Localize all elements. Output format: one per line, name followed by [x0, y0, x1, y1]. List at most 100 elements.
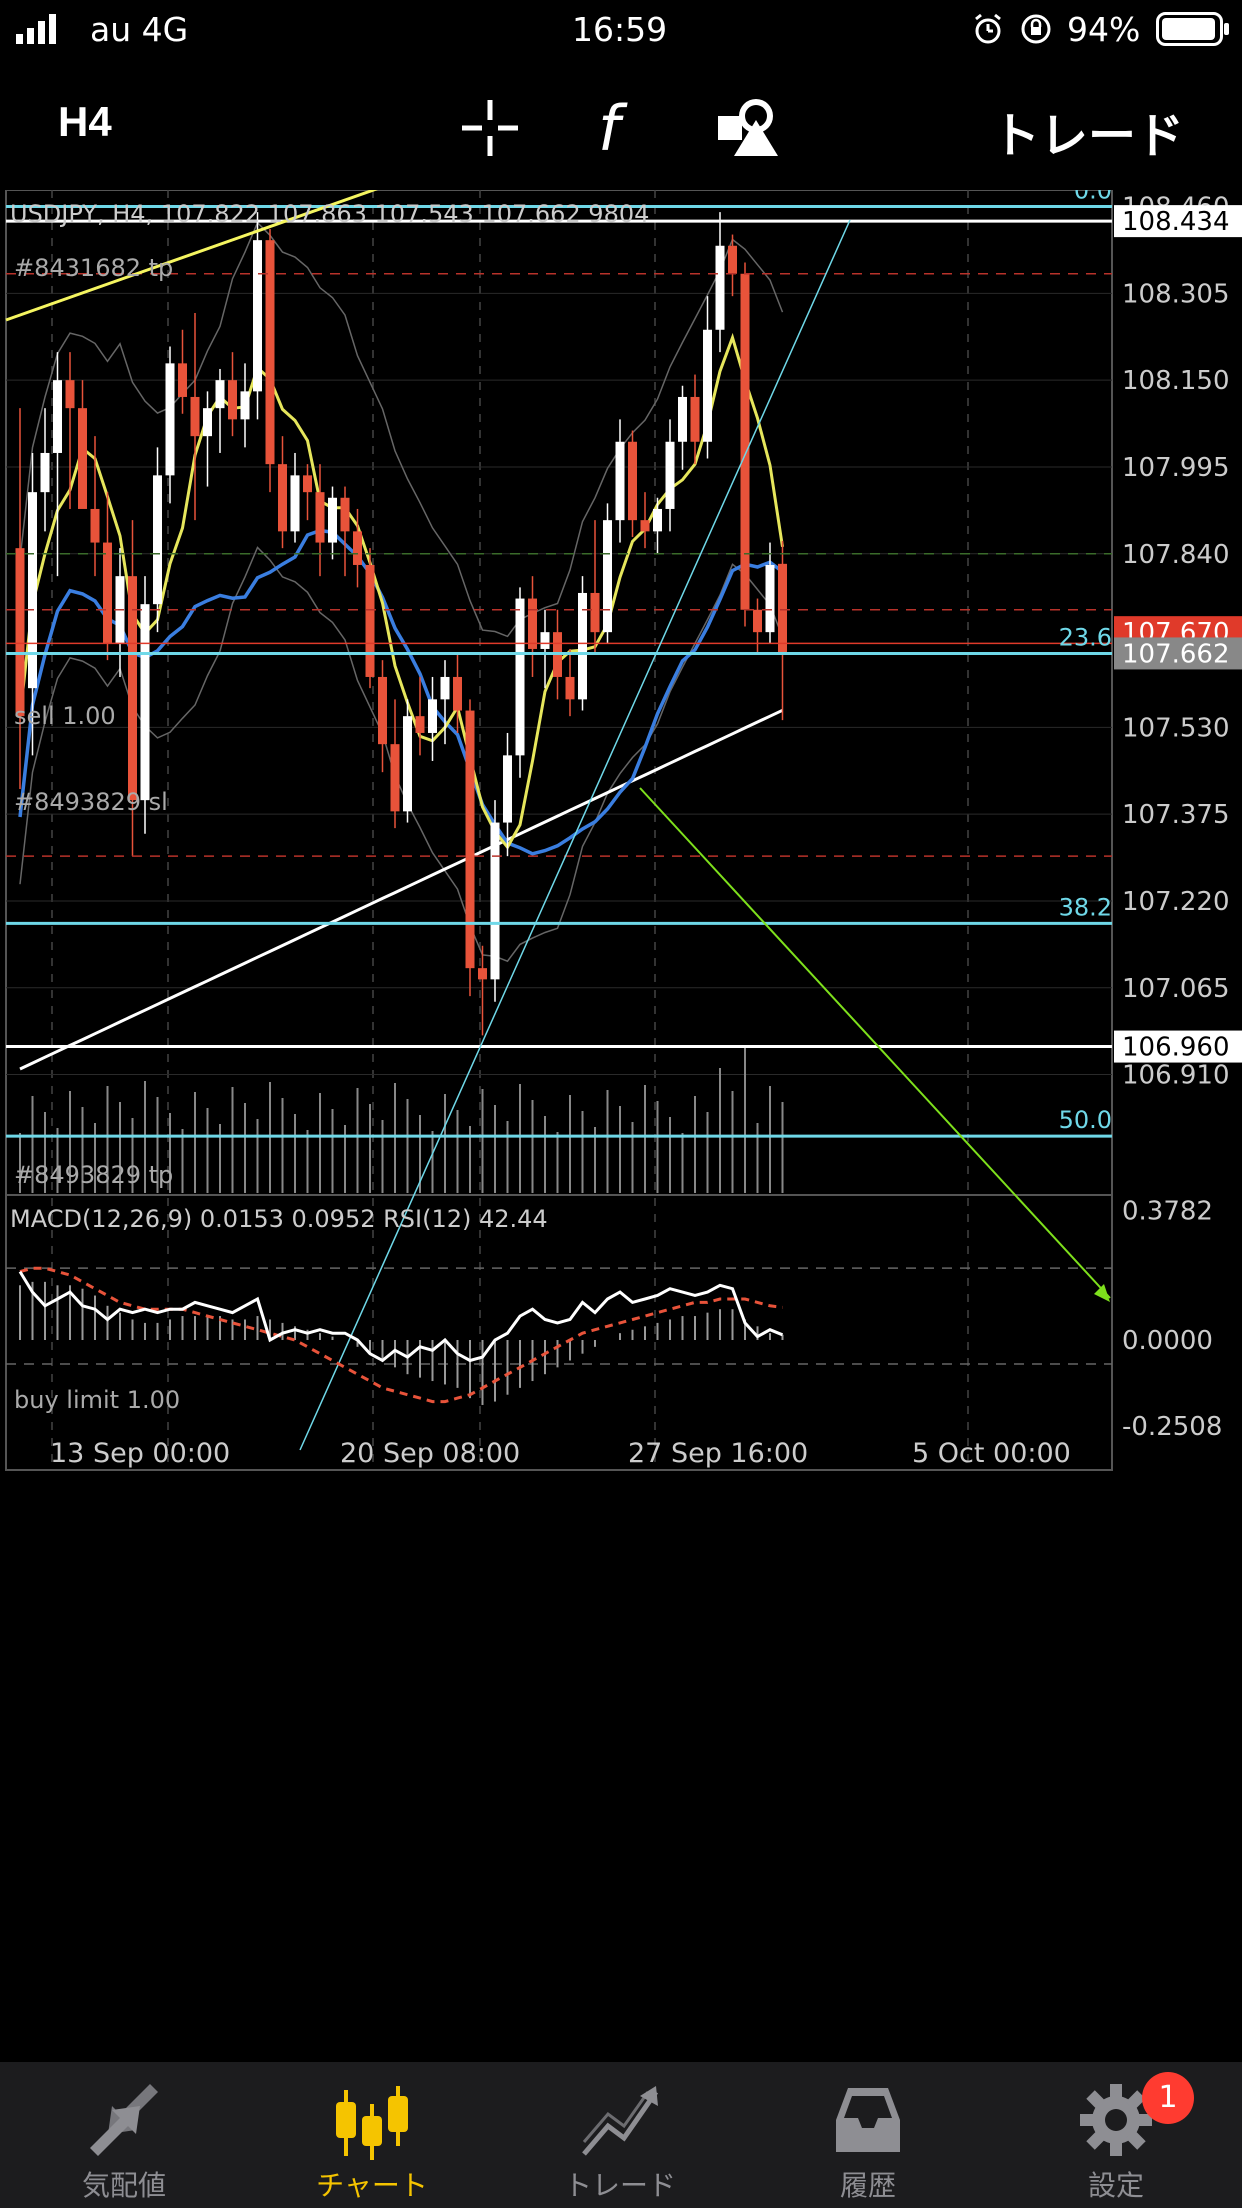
indicator-tick-label: 0.0000 [1122, 1326, 1213, 1356]
indicator-tick-label: -0.2508 [1122, 1412, 1222, 1442]
indicators-function-icon[interactable]: f [594, 90, 644, 166]
battery-icon [1156, 12, 1229, 46]
candle-body [403, 716, 412, 812]
candle-body [478, 968, 487, 980]
candle-body [703, 329, 712, 442]
bid-price-tag: 107.662 [1122, 639, 1230, 669]
indicator-panel: MACD(12,26,9) 0.0153 0.0952 RSI(12) 42.4… [6, 1197, 1222, 1442]
candle-body [678, 396, 687, 442]
candle-body [165, 363, 175, 476]
order-label-buy-limit: buy limit 1.00 [14, 1386, 180, 1414]
candle-body [578, 592, 587, 700]
rsi-line [18, 1270, 784, 1363]
price-tick-label: 106.910 [1122, 1061, 1230, 1091]
price-tick-label: 107.065 [1122, 974, 1230, 1004]
rotation-lock-icon [1021, 14, 1051, 44]
candle-body [615, 441, 625, 521]
settings-notification-badge: 1 [1142, 2072, 1194, 2124]
timeframe-label: H4 [58, 98, 112, 145]
trade-line-icon [582, 2086, 659, 2156]
signal-bars-icon [16, 14, 56, 44]
candle-body [103, 542, 112, 644]
date-tick-label: 5 Oct 00:00 [912, 1438, 1071, 1469]
status-bar: au 4G 16:59 94% [0, 0, 1242, 60]
tab-settings[interactable]: 設定 [992, 2062, 1240, 2208]
timeframe-button[interactable]: H4 [58, 98, 112, 146]
candle-body [653, 508, 662, 532]
candle-body [765, 564, 775, 633]
candle-body [390, 744, 400, 812]
bollinger-upper-line [19, 221, 784, 638]
date-tick-label: 13 Sep 00:00 [50, 1438, 230, 1469]
quotes-arrows-icon [90, 2084, 158, 2156]
order-label-sl: #8493829 sl [14, 788, 168, 816]
candle-body [715, 245, 725, 330]
candle-body [278, 464, 287, 532]
candle-body [540, 632, 550, 649]
tab-history-label: 履歴 [839, 2169, 896, 2202]
price-tick-label: 107.840 [1122, 540, 1230, 570]
chart-candles-icon [336, 2086, 408, 2160]
candle-body [728, 245, 737, 274]
chart-canvas[interactable]: 108.460108.305108.150107.995107.840107.5… [0, 168, 1242, 2060]
candle-body [690, 396, 700, 442]
price-tick-label: 108.305 [1122, 279, 1230, 309]
svg-text:f: f [598, 92, 628, 165]
candle-body [15, 548, 25, 717]
candle-body [440, 676, 450, 700]
trade-button-label: トレード [992, 108, 1185, 164]
tab-chart[interactable]: チャート [248, 2062, 496, 2208]
tab-chart-label: チャート [316, 2169, 428, 2202]
order-label-tp1: #8431682 tp [14, 254, 173, 282]
alarm-icon [975, 13, 1001, 44]
tab-trade[interactable]: トレード [496, 2062, 744, 2208]
candle-body [190, 396, 200, 437]
battery-percent: 94% [1067, 10, 1141, 49]
candle-body [365, 564, 375, 677]
chart-info-label: USDJPY, H4, 107.822 107.863 107.543 107.… [10, 200, 649, 228]
tab-settings-label: 設定 [1087, 2169, 1144, 2202]
candle-body [528, 598, 537, 649]
tab-quotes[interactable]: 気配値 [0, 2062, 248, 2208]
candle-body [565, 676, 575, 700]
candle-body [340, 497, 350, 532]
fib-level-label: 23.6 [1059, 623, 1112, 651]
price-tick-label: 107.220 [1122, 887, 1230, 917]
candle-body [253, 240, 262, 392]
green-trend-arrowhead [1094, 1284, 1110, 1302]
candle-body [465, 710, 475, 969]
candle-body [490, 822, 500, 980]
green-trend-line [639, 787, 1111, 1299]
candle-body [203, 408, 212, 437]
order-label-sell: sell 1.00 [14, 702, 116, 730]
clock: 16:59 [572, 10, 668, 49]
candle-body [640, 520, 650, 532]
buy-limit-price-tag: 106.960 [1122, 1033, 1230, 1063]
candle-body [503, 755, 512, 823]
candle-body [515, 598, 525, 756]
candle-body [315, 492, 325, 543]
price-chart[interactable]: 108.460108.305108.150107.995107.840107.5… [0, 168, 1242, 2060]
candle-body [215, 380, 225, 409]
history-inbox-icon [836, 2088, 900, 2152]
candle-body [178, 363, 187, 397]
candle-body [78, 408, 87, 509]
date-tick-label: 20 Sep 08:00 [340, 1438, 520, 1469]
candle-body [665, 441, 675, 509]
carrier-label: au 4G [90, 10, 189, 49]
tab-trade-label: トレード [563, 2169, 676, 2202]
candle-body [303, 475, 312, 493]
candle-body [453, 676, 462, 711]
candle-body [40, 452, 50, 493]
crosshair-icon[interactable] [458, 96, 522, 160]
trade-button[interactable]: トレード [992, 96, 1184, 166]
candle-body [353, 531, 362, 565]
candle-body [740, 273, 750, 610]
objects-icon[interactable] [716, 94, 782, 160]
tab-history[interactable]: 履歴 [744, 2062, 992, 2208]
candle-body [240, 391, 250, 420]
price-tick-label: 107.995 [1122, 453, 1230, 483]
candle-body [290, 475, 300, 532]
candle-body [603, 520, 612, 633]
fib-level-label: 38.2 [1059, 893, 1112, 921]
